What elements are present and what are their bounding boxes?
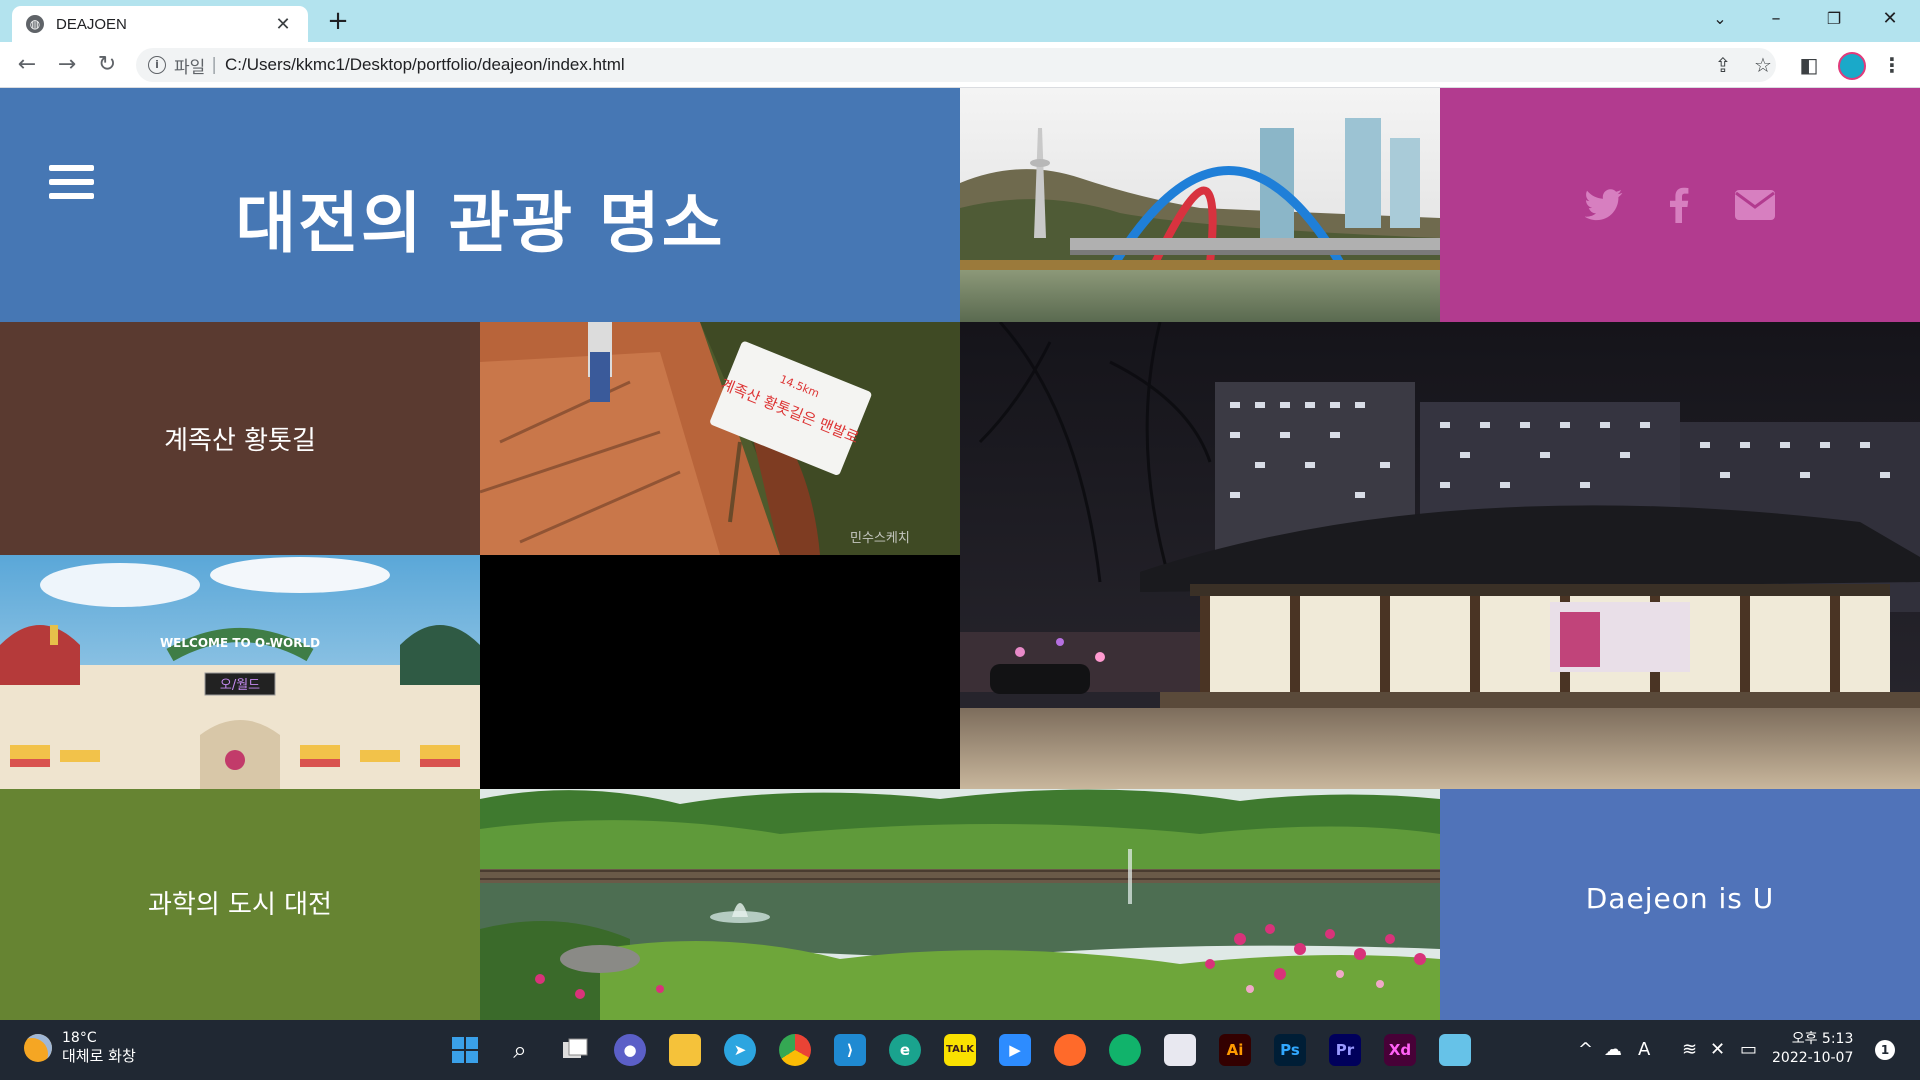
tray-chevron-icon[interactable]: ^: [1578, 1039, 1593, 1060]
chrome-icon[interactable]: [779, 1034, 811, 1066]
menu-kebab-icon[interactable]: ⋮: [1880, 50, 1904, 80]
weather-sun-icon: [24, 1033, 52, 1062]
site-header: 대전의 관광 명소: [0, 88, 960, 322]
oworld-board: 오/월드: [220, 678, 260, 693]
url-text[interactable]: C:/Users/kkmc1/Desktop/portfolio/deajeon…: [225, 55, 1776, 75]
premiere-icon[interactable]: Pr: [1329, 1034, 1361, 1066]
address-bar[interactable]: i 파일 | C:/Users/kkmc1/Desktop/portfolio/…: [136, 48, 1776, 82]
red-clay-trail-photo: 14.5km 계족산 황톳길은 맨발로 민수스케치: [480, 322, 960, 555]
notepad-icon[interactable]: [1439, 1034, 1471, 1066]
social-links: [1440, 88, 1920, 322]
naver-whale-icon[interactable]: [1109, 1034, 1141, 1066]
windows-taskbar: 18°C 대체로 화창 ⌕ ● ➤ ⟩ e TALK ▶ Ai Ps Pr Xd…: [0, 1020, 1920, 1080]
battery-icon[interactable]: ▭: [1740, 1039, 1757, 1060]
empty-black-tile: [480, 555, 960, 789]
hamburger-menu-icon[interactable]: [49, 165, 94, 201]
share-icon[interactable]: ⇪: [1710, 52, 1736, 78]
edge-icon[interactable]: e: [889, 1034, 921, 1066]
slogan-tile[interactable]: Daejeon is U: [1440, 789, 1920, 1020]
wifi-icon[interactable]: ≋: [1682, 1039, 1697, 1060]
night-hanok-photo: [960, 322, 1920, 789]
browser-titlebar: ◍ DEAJOEN ✕ + ⌄ – ❐ ✕: [0, 0, 1920, 42]
minimize-button[interactable]: –: [1748, 0, 1804, 40]
tab-search-icon[interactable]: ⌄: [1692, 0, 1748, 40]
trail-tile[interactable]: 계족산 황톳길: [0, 322, 480, 555]
chat-icon[interactable]: ●: [614, 1034, 646, 1066]
twitter-icon[interactable]: [1585, 189, 1623, 221]
oworld-sign: WELCOME TO O-WORLD: [160, 636, 320, 650]
side-panel-icon[interactable]: ◧: [1796, 52, 1822, 78]
weather-temp: 18°C: [62, 1030, 97, 1046]
close-window-button[interactable]: ✕: [1862, 0, 1918, 40]
vscode-icon[interactable]: ⟩: [834, 1034, 866, 1066]
scheme-separator: |: [211, 55, 218, 75]
restore-button[interactable]: ❐: [1806, 0, 1862, 40]
profile-avatar[interactable]: [1838, 52, 1866, 80]
reload-icon[interactable]: ↻: [92, 50, 122, 80]
science-city-tile[interactable]: 과학의 도시 대전: [0, 789, 480, 1020]
weather-widget[interactable]: 18°C 대체로 화창: [24, 1030, 136, 1065]
browser-toolbar: ← → ↻ i 파일 | C:/Users/kkmc1/Desktop/port…: [0, 42, 1920, 88]
ime-indicator-icon[interactable]: A: [1638, 1039, 1650, 1060]
telegram-icon[interactable]: ➤: [724, 1034, 756, 1066]
kakaotalk-icon[interactable]: TALK: [944, 1034, 976, 1066]
bookmark-star-icon[interactable]: ☆: [1750, 52, 1776, 78]
search-icon[interactable]: ⌕: [504, 1034, 536, 1066]
weather-desc: 대체로 화창: [62, 1047, 136, 1065]
speaker-muted-icon[interactable]: ✕: [1710, 1039, 1725, 1060]
back-arrow-icon[interactable]: ←: [12, 50, 42, 80]
illustrator-icon[interactable]: Ai: [1219, 1034, 1251, 1066]
clock-time: 오후 5:13: [1791, 1031, 1854, 1047]
slogan-label: Daejeon is U: [1585, 882, 1775, 915]
park-pond-photo: [480, 789, 1440, 1020]
trail-label: 계족산 황톳길: [164, 426, 316, 456]
file-explorer-icon[interactable]: [669, 1034, 701, 1066]
trail-watermark: 민수스케치: [850, 531, 910, 546]
forward-arrow-icon[interactable]: →: [52, 50, 82, 80]
close-tab-icon[interactable]: ✕: [272, 14, 294, 35]
xd-icon[interactable]: Xd: [1384, 1034, 1416, 1066]
firefox-icon[interactable]: [1054, 1034, 1086, 1066]
tab-title: DEAJOEN: [56, 15, 127, 33]
facebook-icon[interactable]: [1669, 187, 1689, 223]
scheme-label: 파일: [174, 57, 206, 78]
page-title: 대전의 관광 명소: [235, 185, 725, 262]
start-icon[interactable]: [449, 1034, 481, 1066]
zoom-icon[interactable]: ▶: [999, 1034, 1031, 1066]
photoshop-icon[interactable]: Ps: [1274, 1034, 1306, 1066]
info-icon[interactable]: i: [148, 56, 166, 74]
taskbar-clock[interactable]: 오후 5:13 2022-10-07: [1772, 1030, 1853, 1068]
webpage: 대전의 관광 명소 계족산 황톳길 14.5km 계족산 황톳길은 맨발로 민수…: [0, 88, 1920, 1020]
globe-icon: ◍: [26, 15, 44, 33]
onedrive-cloud-icon[interactable]: ☁: [1604, 1039, 1622, 1060]
expo-bridge-photo: [960, 88, 1440, 322]
oworld-photo: WELCOME TO O-WORLD 오/월드: [0, 555, 480, 789]
clock-date: 2022-10-07: [1772, 1050, 1854, 1066]
snipping-tool-icon[interactable]: [1164, 1034, 1196, 1066]
new-tab-button[interactable]: +: [322, 6, 354, 38]
task-view-icon[interactable]: [559, 1034, 591, 1066]
envelope-icon[interactable]: [1735, 190, 1775, 220]
notification-badge[interactable]: 1: [1875, 1040, 1895, 1060]
science-city-label: 과학의 도시 대전: [148, 890, 332, 920]
browser-tab[interactable]: ◍ DEAJOEN ✕: [12, 6, 308, 42]
